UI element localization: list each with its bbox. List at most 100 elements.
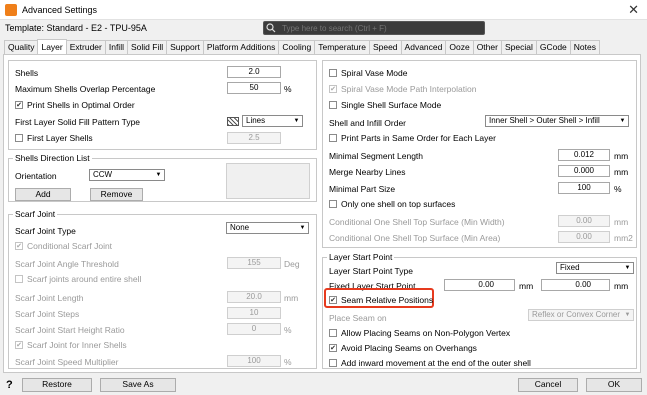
first-layer-shells-checkbox[interactable] — [15, 134, 23, 142]
scarf-inner-shells-checkbox[interactable]: ✔ — [15, 341, 23, 349]
one-shell-top-label: Only one shell on top surfaces — [341, 199, 456, 209]
help-icon[interactable]: ? — [6, 379, 13, 391]
fixed-start-x-unit: mm — [519, 281, 534, 291]
cond-min-width-spinner[interactable]: 0.00 — [558, 215, 610, 227]
shell-infill-order-value: Inner Shell > Outer Shell > Infill — [489, 116, 600, 125]
tab-support[interactable]: Support — [166, 40, 204, 54]
cond-min-width-label: Conditional One Shell Top Surface (Min W… — [329, 217, 505, 227]
scarf-start-height-label: Scarf Joint Start Height Ratio — [15, 325, 125, 335]
tab-advanced[interactable]: Advanced — [400, 40, 447, 54]
tab-special[interactable]: Special — [500, 40, 537, 54]
tab-cooling[interactable]: Cooling — [278, 40, 316, 54]
scarf-start-height-unit: % — [284, 325, 292, 335]
scarf-steps-spinner[interactable]: 10 — [227, 307, 281, 319]
app-icon — [5, 4, 17, 16]
save-as-button[interactable]: Save As — [100, 378, 176, 392]
scarf-joint-title: Scarf Joint — [13, 209, 58, 219]
scarf-angle-label: Scarf Joint Angle Threshold — [15, 259, 119, 269]
scarf-type-value: None — [230, 223, 250, 232]
min-part-spinner[interactable]: 100 — [558, 182, 610, 194]
first-layer-pattern-label: First Layer Solid Fill Pattern Type — [15, 117, 141, 127]
chevron-down-icon: ▼ — [624, 312, 631, 318]
non-polygon-checkbox[interactable] — [329, 329, 337, 337]
tab-other[interactable]: Other — [472, 40, 502, 54]
tab-bar: Quality Layer Extruder Infill Solid Fill Supp… — [4, 39, 600, 54]
avoid-overhangs-checkbox[interactable]: ✔ — [329, 344, 337, 352]
tab-ooze[interactable]: Ooze — [445, 40, 474, 54]
tab-layer[interactable]: Layer — [37, 39, 67, 54]
inward-move-label: Add inward movement at the end of the ou… — [341, 358, 531, 368]
tab-platform-additions[interactable]: Platform Additions — [202, 40, 280, 54]
orientation-value: CCW — [93, 170, 113, 179]
spiral-vase-checkbox[interactable] — [329, 69, 337, 77]
tab-gcode[interactable]: GCode — [535, 40, 571, 54]
orientation-select[interactable]: CCW ▼ — [89, 169, 165, 181]
scarf-angle-spinner[interactable]: 155 — [227, 257, 281, 269]
place-seam-label: Place Seam on — [329, 313, 387, 323]
scarf-speed-mult-label: Scarf Joint Speed Multiplier — [15, 357, 119, 367]
scarf-type-select[interactable]: None ▼ — [226, 222, 309, 234]
tab-speed[interactable]: Speed — [368, 40, 402, 54]
chevron-down-icon: ▼ — [155, 172, 162, 178]
one-shell-top-checkbox[interactable] — [329, 200, 337, 208]
min-part-unit: % — [614, 184, 622, 194]
ok-button[interactable]: OK — [586, 378, 642, 392]
fixed-start-y-unit: mm — [614, 281, 629, 291]
first-layer-shells-label: First Layer Shells — [27, 133, 93, 143]
overlap-spinner[interactable]: 50 — [227, 82, 281, 94]
search-input[interactable] — [263, 21, 485, 35]
shells-spinner[interactable]: 2.0 — [227, 66, 281, 78]
cond-min-area-spinner[interactable]: 0.00 — [558, 231, 610, 243]
tab-quality[interactable]: Quality — [4, 40, 39, 54]
shells-direction-title: Shells Direction List — [13, 153, 92, 163]
print-shells-optimal-checkbox[interactable]: ✔ — [15, 101, 23, 109]
place-seam-value: Reflex or Convex Corner — [532, 310, 621, 319]
close-icon[interactable]: ✕ — [628, 2, 639, 18]
shells-label: Shells — [15, 68, 39, 78]
scarf-speed-mult-unit: % — [284, 357, 292, 367]
layer-start-type-select[interactable]: Fixed ▼ — [556, 262, 634, 274]
layer-start-type-label: Layer Start Point Type — [329, 266, 413, 276]
tab-notes[interactable]: Notes — [569, 40, 600, 54]
same-order-label: Print Parts in Same Order for Each Layer — [341, 133, 496, 143]
restore-button[interactable]: Restore — [22, 378, 92, 392]
tab-solid-fill[interactable]: Solid Fill — [126, 40, 168, 54]
conditional-scarf-checkbox[interactable]: ✔ — [15, 242, 23, 250]
cancel-button[interactable]: Cancel — [518, 378, 578, 392]
overlap-unit: % — [284, 84, 292, 94]
min-part-label: Minimal Part Size — [329, 184, 396, 194]
fixed-start-x-spinner[interactable]: 0.00 — [444, 279, 515, 291]
scarf-around-shell-checkbox[interactable] — [15, 275, 23, 283]
seam-relative-checkbox[interactable]: ✔ — [329, 296, 337, 304]
fixed-start-y-spinner[interactable]: 0.00 — [541, 279, 610, 291]
template-label: Template: Standard - E2 - TPU-95A — [5, 23, 147, 33]
place-seam-select[interactable]: Reflex or Convex Corner ▼ — [528, 309, 634, 321]
spiral-interp-checkbox[interactable]: ✔ — [329, 85, 337, 93]
min-segment-label: Minimal Segment Length — [329, 151, 424, 161]
min-segment-spinner[interactable]: 0.012 — [558, 149, 610, 161]
chevron-down-icon: ▼ — [619, 118, 626, 124]
merge-lines-label: Merge Nearby Lines — [329, 167, 406, 177]
scarf-angle-unit: Deg — [284, 259, 300, 269]
first-layer-pattern-value: Lines — [246, 116, 266, 125]
tab-infill[interactable]: Infill — [104, 40, 128, 54]
scarf-speed-mult-spinner[interactable]: 100 — [227, 355, 281, 367]
chevron-down-icon: ▼ — [624, 265, 631, 271]
single-shell-checkbox[interactable] — [329, 101, 337, 109]
window-title: Advanced Settings — [22, 5, 98, 15]
add-orientation-button[interactable]: Add — [15, 188, 71, 201]
tab-temperature[interactable]: Temperature — [314, 40, 370, 54]
remove-orientation-button[interactable]: Remove — [90, 188, 143, 201]
inward-move-checkbox[interactable] — [329, 359, 337, 367]
merge-lines-spinner[interactable]: 0.000 — [558, 165, 610, 177]
shell-infill-order-select[interactable]: Inner Shell > Outer Shell > Infill ▼ — [485, 115, 629, 127]
first-layer-shells-spinner[interactable]: 2.5 — [227, 132, 281, 144]
scarf-length-spinner[interactable]: 20.0 — [227, 291, 281, 303]
orientation-list[interactable] — [226, 163, 310, 199]
first-layer-pattern-select[interactable]: Lines ▼ — [242, 115, 303, 127]
scarf-start-height-spinner[interactable]: 0 — [227, 323, 281, 335]
tab-extruder[interactable]: Extruder — [65, 40, 106, 54]
scarf-length-label: Scarf Joint Length — [15, 293, 84, 303]
scarf-inner-shells-label: Scarf Joint for Inner Shells — [27, 340, 127, 350]
same-order-checkbox[interactable] — [329, 134, 337, 142]
